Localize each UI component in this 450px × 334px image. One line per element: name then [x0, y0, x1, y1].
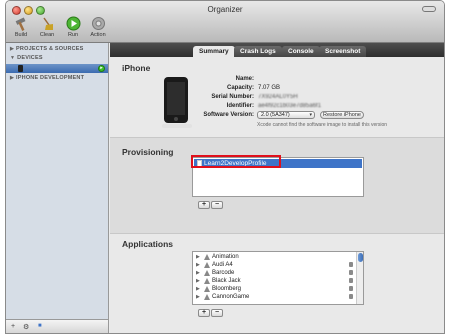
sidebar-footer: + ⚙ ■ — [6, 319, 109, 333]
disclosure-right-icon[interactable]: ▶ — [196, 285, 200, 293]
disclosure-right-icon[interactable]: ▶ — [10, 75, 14, 81]
disclosure-right-icon[interactable]: ▶ — [196, 269, 200, 277]
remove-application-button[interactable]: − — [211, 309, 223, 317]
tab-screenshot[interactable]: Screenshot — [319, 46, 367, 57]
tab-crash-logs[interactable]: Crash Logs — [234, 46, 282, 57]
serial-number-value: 7X924AL0Y5H — [258, 94, 298, 100]
gear-icon — [91, 17, 105, 30]
app-icon — [204, 262, 210, 268]
applications-section-title: Applications — [122, 239, 174, 249]
add-profile-button[interactable]: + — [198, 201, 210, 209]
sidebar: ▶ PROJECTS & SOURCES ▼ DEVICES ▸ ▶ IPHONE D… — [6, 43, 109, 319]
iphone-icon — [18, 65, 23, 72]
disclosure-right-icon[interactable]: ▶ — [196, 253, 200, 261]
app-icon — [204, 286, 210, 292]
software-version-label: Software Version: — [203, 112, 254, 118]
app-name: Animation — [212, 254, 239, 260]
highlight-box — [191, 155, 281, 168]
lock-icon — [349, 286, 353, 291]
capacity-value: 7.07 GB — [258, 85, 281, 91]
remove-profile-button[interactable]: − — [211, 201, 223, 209]
list-item[interactable]: ▶ Audi A4 — [193, 261, 363, 269]
restore-iphone-button[interactable]: Restore iPhone — [320, 111, 364, 119]
app-icon — [204, 254, 210, 260]
section-divider — [110, 233, 444, 234]
tab-bar: Summary Crash Logs Console Screenshot — [110, 43, 444, 57]
list-item[interactable]: ▶ CannonGame — [193, 293, 363, 301]
action-label: Action — [90, 32, 106, 38]
hammer-icon — [15, 17, 25, 31]
app-icon — [204, 294, 210, 300]
device-section-title: iPhone — [122, 63, 151, 73]
lock-icon — [349, 270, 353, 275]
sidebar-section-projects[interactable]: ▶ PROJECTS & SOURCES — [10, 46, 84, 52]
list-item[interactable]: ▶ Animation — [193, 253, 363, 261]
scrollbar-thumb[interactable] — [358, 253, 363, 262]
lock-icon — [349, 294, 353, 299]
window-title: Organizer — [207, 5, 243, 14]
status-indicator-icon: ▸ — [98, 65, 105, 72]
chevron-down-icon: ▾ — [309, 112, 312, 118]
broom-icon — [42, 17, 53, 30]
organizer-window: Organizer Build Clean Run Action ▶ PROJE… — [5, 0, 445, 334]
add-application-button[interactable]: + — [198, 309, 210, 317]
list-item[interactable]: ▶ Barcode — [193, 269, 363, 277]
serial-number-label: Serial Number: — [211, 94, 254, 100]
clean-label: Clean — [39, 32, 55, 38]
build-button[interactable]: Build — [9, 16, 33, 42]
main-content: Summary Crash Logs Console Screenshot iP… — [110, 43, 444, 333]
disclosure-right-icon[interactable]: ▶ — [196, 277, 200, 285]
lock-icon — [349, 262, 353, 267]
build-label: Build — [14, 32, 28, 38]
app-name: CannonGame — [212, 294, 250, 300]
name-label: Name: — [235, 76, 254, 82]
sidebar-section-iphone-development[interactable]: ▶ IPHONE DEVELOPMENT — [10, 75, 84, 81]
provisioning-section-title: Provisioning — [122, 147, 174, 157]
software-image-note: Xcode cannot find the software image to … — [257, 122, 388, 128]
identifier-value: ae4f92c1b03e7d85a6f1 — [258, 103, 322, 109]
sidebar-item-iphone[interactable]: ▸ — [6, 64, 108, 73]
sidebar-section-label: IPHONE DEVELOPMENT — [16, 75, 85, 81]
applications-scrollbar[interactable] — [356, 252, 363, 304]
software-version-select[interactable]: 2.0 (5A347) ▾ — [257, 111, 315, 119]
software-version-value: 2.0 (5A347) — [261, 112, 290, 118]
add-button[interactable]: + — [11, 323, 15, 330]
applications-list[interactable]: ▶ Animation ▶ Audi A4 ▶ Barcode ▶ Black … — [192, 251, 364, 305]
identifier-label: Identifier: — [226, 103, 254, 109]
app-name: Bloomberg — [212, 286, 242, 292]
clean-button[interactable]: Clean — [35, 16, 59, 42]
app-name: Audi A4 — [212, 262, 233, 268]
toolbar-toggle-button[interactable] — [422, 6, 436, 12]
tab-console[interactable]: Console — [282, 46, 320, 57]
disclosure-right-icon[interactable]: ▶ — [196, 293, 200, 301]
run-icon — [66, 16, 80, 31]
disclosure-right-icon[interactable]: ▶ — [10, 46, 14, 52]
app-name: Black Jack — [212, 278, 241, 284]
app-icon — [204, 278, 210, 284]
run-label: Run — [67, 32, 79, 38]
list-item[interactable]: ▶ Black Jack — [193, 277, 363, 285]
disclosure-right-icon[interactable]: ▶ — [196, 261, 200, 269]
tab-summary[interactable]: Summary — [193, 46, 235, 57]
sidebar-section-label: PROJECTS & SOURCES — [16, 46, 84, 52]
sidebar-section-label: DEVICES — [17, 55, 43, 61]
list-item[interactable]: ▶ Bloomberg — [193, 285, 363, 293]
action-menu-button[interactable]: ⚙ — [23, 323, 29, 331]
run-button[interactable]: Run — [61, 16, 85, 42]
sidebar-section-devices[interactable]: ▼ DEVICES — [10, 55, 43, 61]
app-icon — [204, 270, 210, 276]
lock-icon — [349, 278, 353, 283]
capacity-label: Capacity: — [226, 85, 254, 91]
disclosure-down-icon[interactable]: ▼ — [10, 55, 15, 61]
action-button[interactable]: Action — [86, 16, 110, 42]
app-name: Barcode — [212, 270, 235, 276]
badge-icon: ■ — [38, 323, 42, 329]
title-bar: Organizer Build Clean Run Action — [6, 1, 444, 43]
